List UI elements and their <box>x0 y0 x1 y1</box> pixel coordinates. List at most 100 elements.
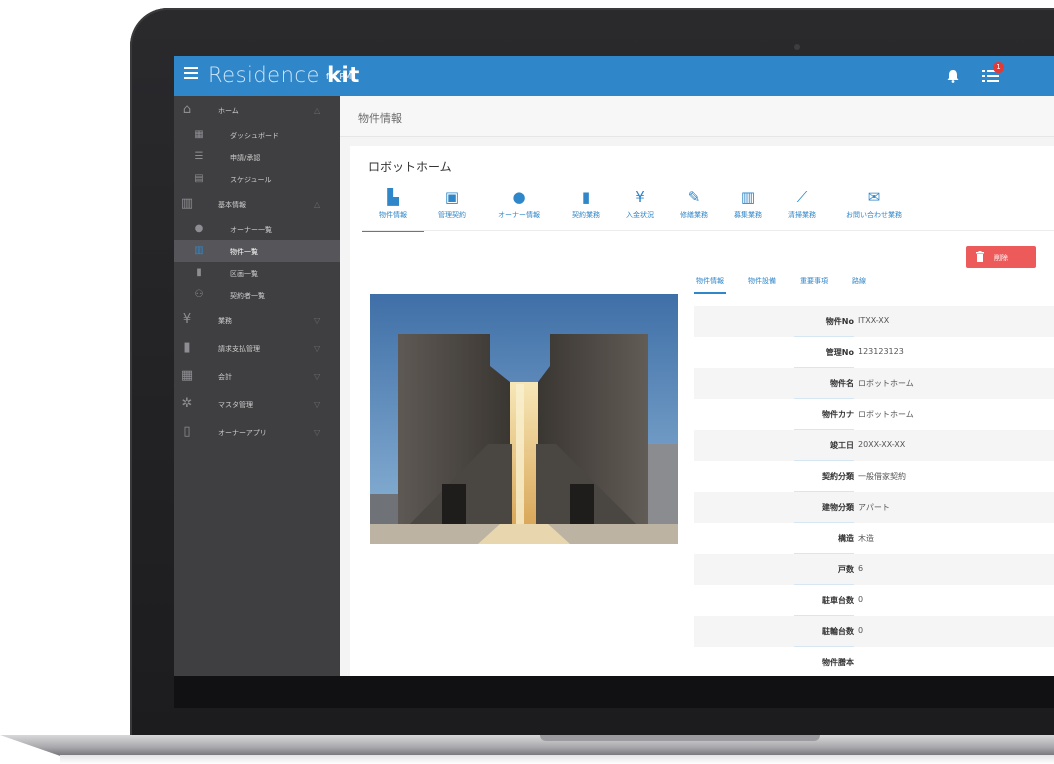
tab-cleaning-work[interactable]: ⟋ 清掃業務 <box>778 186 826 230</box>
sidebar-item-approval[interactable]: ☰ 申請/承認 <box>174 146 340 168</box>
sidebar-item-basic-info[interactable]: ▥ 基本情報 △ <box>174 190 340 218</box>
sidebar-item-properties[interactable]: ▥ 物件一覧 <box>174 240 340 262</box>
sidebar-item-units[interactable]: ▮ 区画一覧 <box>174 262 340 284</box>
table-row: 物件名 ロボットホーム <box>694 368 1054 399</box>
sidebar-item-dashboard[interactable]: ▦ ダッシュボード <box>174 124 340 146</box>
checklist-icon: ☰ <box>194 151 204 162</box>
sidebar-item-contractors[interactable]: ⚇ 契約者一覧 <box>174 284 340 306</box>
user-icon: ● <box>194 223 204 234</box>
building-icon: ▙ <box>387 188 399 206</box>
group-icon: ⚇ <box>194 289 204 300</box>
property-photo <box>370 294 678 544</box>
subtab-routes[interactable]: 路線 <box>850 270 868 292</box>
sidebar-item-master[interactable]: ✲ マスタ管理 ▽ <box>174 390 340 418</box>
subtab-important-matters[interactable]: 重要事項 <box>798 270 830 292</box>
detail-key: 物件謄本 <box>822 658 854 667</box>
property-name: ロボットホーム <box>368 160 452 174</box>
laptop-shadow <box>60 755 1054 764</box>
detail-key: 管理No <box>825 348 854 357</box>
camera-dot <box>794 44 800 50</box>
property-detail-table: 物件No ITXX-XX 管理No 123123123 物件名 ロボットホーム 物件カ… <box>694 306 1054 676</box>
chevron-down-icon: ▽ <box>314 400 321 409</box>
yen-icon: ¥ <box>182 312 192 327</box>
sidebar-item-label: 物件一覧 <box>230 248 258 256</box>
sidebar-item-label: 契約者一覧 <box>230 292 265 300</box>
tab-label: オーナー情報 <box>498 211 540 219</box>
tab-management-contract[interactable]: ▣ 管理契約 <box>426 186 478 230</box>
table-row: 建物分類 アパート <box>694 492 1054 523</box>
room-icon: ▮ <box>196 267 202 278</box>
brand-subtitle: for PM <box>326 72 352 81</box>
yen-icon: ¥ <box>635 188 645 206</box>
sidebar-item-billing[interactable]: ▮ 請求支払管理 ▽ <box>174 334 340 362</box>
sidebar-item-label: ホーム <box>218 107 239 115</box>
office-icon: ▥ <box>740 188 756 206</box>
user-icon: ● <box>512 188 526 206</box>
sidebar-item-operations[interactable]: ¥ 業務 ▽ <box>174 306 340 334</box>
detail-key: 構造 <box>838 534 854 543</box>
notification-badge: 1 <box>993 62 1004 73</box>
table-row: 契約分類 一般借家契約 <box>694 461 1054 492</box>
detail-key: 物件No <box>825 317 854 326</box>
subtab-property-info[interactable]: 物件情報 <box>694 270 726 294</box>
tab-inquiry-work[interactable]: ✉ お問い合わせ業務 <box>834 186 914 230</box>
bell-icon[interactable] <box>947 69 959 83</box>
subtab-equipment[interactable]: 物件設備 <box>746 270 778 292</box>
wrench-icon: ✎ <box>687 188 701 206</box>
property-card: ロボットホーム ▙ 物件情報 ▣ 管理契約 ● オーナー情報 ▮ 契約業務 ¥ … <box>350 146 1054 676</box>
detail-value: 0 <box>858 626 864 635</box>
detail-value: 20XX-XX-XX <box>858 440 906 449</box>
laptop-base <box>0 735 1054 757</box>
table-row: 物件謄本 <box>694 647 1054 676</box>
detail-value: 6 <box>858 564 864 573</box>
sidebar-item-label: ダッシュボード <box>230 132 279 140</box>
tab-owner-info[interactable]: ● オーナー情報 <box>486 186 552 230</box>
delete-button[interactable]: 削除 <box>966 246 1036 268</box>
sidebar-item-accounting[interactable]: ▦ 会計 ▽ <box>174 362 340 390</box>
sidebar-item-home[interactable]: ⌂ ホーム △ <box>174 96 340 124</box>
sidebar-item-owner-app[interactable]: ▯ オーナーアプリ ▽ <box>174 418 340 446</box>
tab-payment-status[interactable]: ¥ 入金状況 <box>616 186 664 230</box>
table-row: 物件カナ ロボットホーム <box>694 399 1054 430</box>
tab-label: 募集業務 <box>734 211 762 219</box>
sidebar-item-label: マスタ管理 <box>218 401 253 409</box>
table-row: 物件No ITXX-XX <box>694 306 1054 337</box>
table-row: 駐車台数 0 <box>694 585 1054 616</box>
detail-value: 123123123 <box>858 347 904 356</box>
tab-property-info[interactable]: ▙ 物件情報 <box>362 186 424 232</box>
trash-icon <box>976 251 984 262</box>
tab-repair-work[interactable]: ✎ 修繕業務 <box>670 186 718 230</box>
document-icon: ▮ <box>581 188 591 206</box>
menu-icon[interactable] <box>184 67 198 79</box>
sidebar: ⌂ ホーム △ ▦ ダッシュボード ☰ 申請/承認 ▤ スケジュール ▥ 基本情… <box>174 96 340 676</box>
detail-value: 0 <box>858 595 864 604</box>
detail-key: 契約分類 <box>822 472 854 481</box>
tab-label: 修繕業務 <box>680 211 708 219</box>
detail-key: 竣工日 <box>830 441 854 450</box>
tab-contract-work[interactable]: ▮ 契約業務 <box>562 186 610 230</box>
sidebar-item-label: オーナー一覧 <box>230 226 272 234</box>
chevron-down-icon: ▽ <box>314 372 321 381</box>
tab-recruitment-work[interactable]: ▥ 募集業務 <box>724 186 772 230</box>
tab-label: お問い合わせ業務 <box>846 211 902 219</box>
building-icon: ▥ <box>194 245 204 256</box>
phone-icon: ▯ <box>183 424 191 439</box>
detail-subtabs: 物件情報 物件設備 重要事項 路線 <box>694 270 1034 300</box>
detail-value: ロボットホーム <box>858 379 914 388</box>
sidebar-item-label: 請求支払管理 <box>218 345 260 353</box>
building-icon: ▥ <box>180 196 194 211</box>
tab-label: 管理契約 <box>438 211 466 219</box>
sidebar-item-label: 申請/承認 <box>230 154 261 162</box>
detail-key: 建物分類 <box>822 503 854 512</box>
detail-key: 物件カナ <box>822 410 854 419</box>
chevron-down-icon: ▽ <box>314 344 321 353</box>
detail-key: 駐車台数 <box>822 596 854 605</box>
detail-value: ITXX-XX <box>858 316 890 325</box>
sidebar-item-owners[interactable]: ● オーナー一覧 <box>174 218 340 240</box>
chevron-up-icon: △ <box>314 106 321 115</box>
sidebar-item-label: 区画一覧 <box>230 270 258 278</box>
screen: Residence kit for PM 1 ⌂ ホーム △ ▦ ダッシュボード… <box>174 56 1054 676</box>
detail-value: 木造 <box>858 534 874 543</box>
tab-label: 入金状況 <box>626 211 654 219</box>
sidebar-item-schedule[interactable]: ▤ スケジュール <box>174 168 340 190</box>
